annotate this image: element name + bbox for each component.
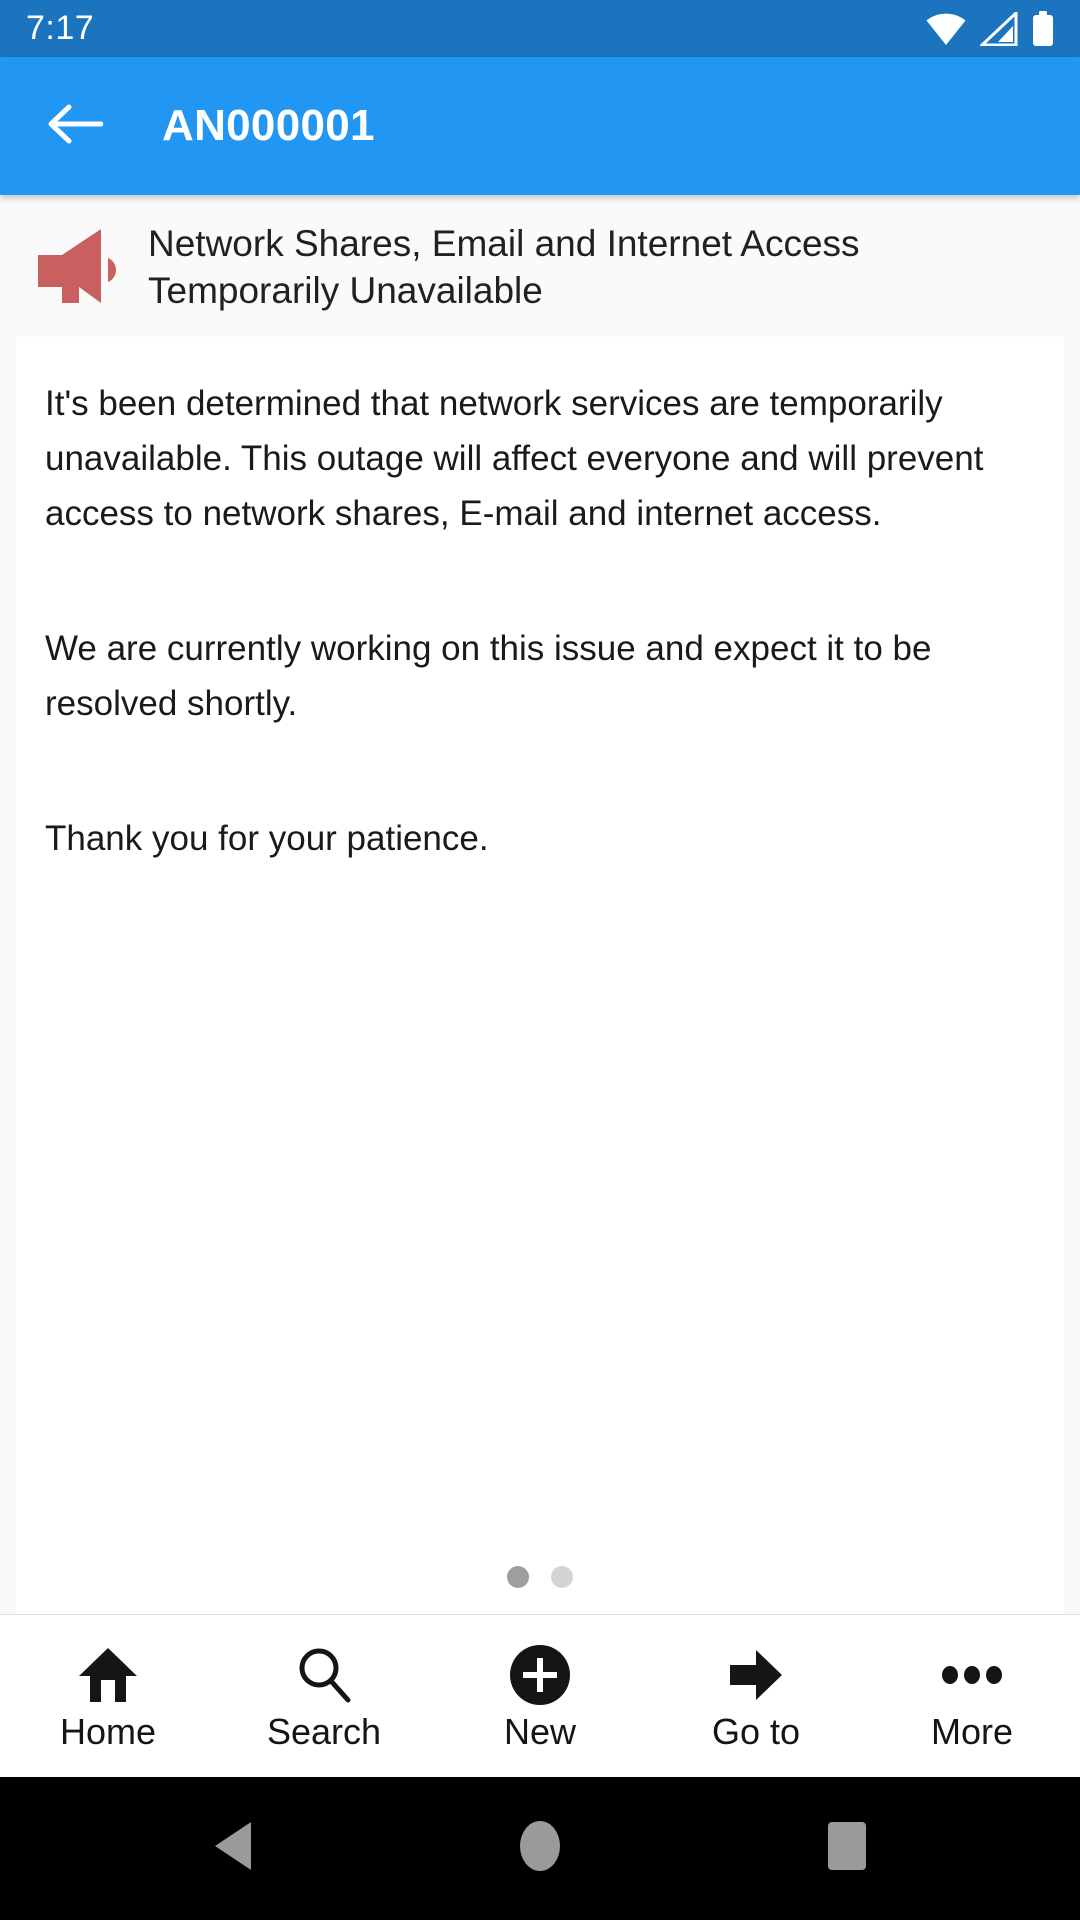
cellular-signal-icon xyxy=(980,11,1018,46)
tab-new[interactable]: New xyxy=(432,1615,648,1777)
tab-label: Search xyxy=(266,1711,382,1752)
tab-more[interactable]: More xyxy=(864,1615,1080,1777)
recents-square-icon xyxy=(824,1820,870,1877)
wifi-icon xyxy=(926,12,966,46)
announcement-title: Network Shares, Email and Internet Acces… xyxy=(148,223,860,311)
announcement-body: It's been determined that network servic… xyxy=(45,377,1035,867)
tab-label: Home xyxy=(59,1711,157,1752)
back-button[interactable] xyxy=(44,95,106,157)
tab-label: New xyxy=(503,1711,577,1752)
page-dot-active[interactable] xyxy=(507,1566,529,1588)
status-bar: 7:17 xyxy=(0,0,1080,57)
status-bar-time: 7:17 xyxy=(26,9,95,47)
tab-goto[interactable]: Go to xyxy=(648,1615,864,1777)
home-icon xyxy=(77,1642,139,1708)
status-bar-icons xyxy=(926,10,1054,47)
back-arrow-icon xyxy=(47,102,104,151)
bottom-tab-bar: Home Search New Go to More xyxy=(0,1614,1080,1777)
home-circle-icon xyxy=(517,1818,563,1879)
nav-home-button[interactable] xyxy=(480,1789,600,1909)
tab-label: More xyxy=(930,1711,1014,1752)
page-dot-inactive[interactable] xyxy=(551,1566,573,1588)
battery-icon xyxy=(1032,10,1054,47)
page-title: AN000001 xyxy=(162,101,375,150)
plus-circle-icon xyxy=(508,1642,572,1708)
tab-label: Go to xyxy=(711,1711,801,1752)
ellipsis-icon xyxy=(941,1642,1003,1708)
announcement-content: Network Shares, Email and Internet Acces… xyxy=(0,195,1080,1614)
tab-home[interactable]: Home xyxy=(0,1615,216,1777)
tab-search[interactable]: Search xyxy=(216,1615,432,1777)
android-navigation-bar xyxy=(0,1777,1080,1920)
back-triangle-icon xyxy=(207,1818,259,1879)
page-indicator xyxy=(15,1566,1065,1588)
announcement-paragraph: It's been determined that network servic… xyxy=(45,383,984,533)
app-bar: AN000001 xyxy=(0,57,1080,195)
announcement-paragraph: We are currently working on this issue a… xyxy=(45,628,932,723)
announcement-paragraph: Thank you for your patience. xyxy=(45,818,489,858)
search-icon xyxy=(295,1642,353,1708)
megaphone-icon xyxy=(34,221,130,312)
nav-recents-button[interactable] xyxy=(787,1789,907,1909)
arrow-right-icon xyxy=(726,1642,786,1708)
nav-back-button[interactable] xyxy=(173,1789,293,1909)
announcement-body-card: It's been determined that network servic… xyxy=(14,336,1066,1614)
announcement-header: Network Shares, Email and Internet Acces… xyxy=(0,195,1080,337)
